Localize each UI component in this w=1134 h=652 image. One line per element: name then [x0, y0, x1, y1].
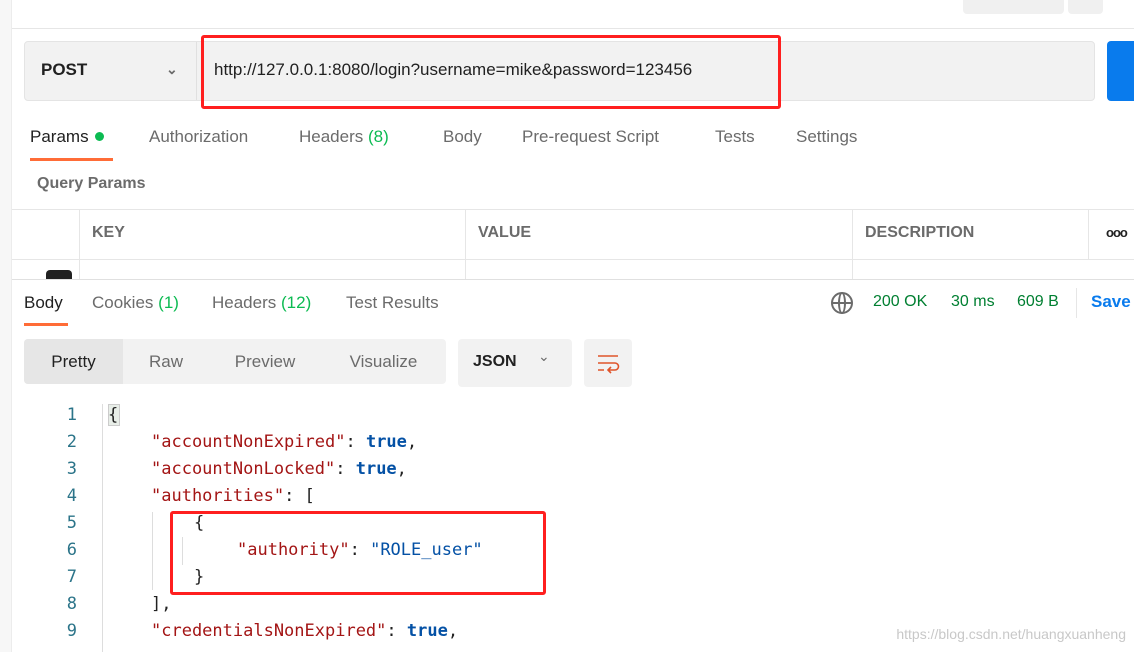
- response-tab-headers[interactable]: Headers (12): [212, 293, 311, 313]
- top-button[interactable]: [963, 0, 1064, 14]
- code-token: true: [355, 459, 397, 479]
- watermark: https://blog.csdn.net/huangxuanheng: [896, 626, 1126, 642]
- tab-label: Test Results: [346, 293, 439, 312]
- method-select[interactable]: POST ⌄: [41, 60, 178, 80]
- code-token: :: [386, 621, 407, 641]
- view-raw[interactable]: Raw: [123, 339, 209, 384]
- tab-headers[interactable]: Headers (8): [299, 127, 389, 147]
- view-preview[interactable]: Preview: [209, 339, 321, 384]
- tab-count: (12): [281, 293, 312, 312]
- tab-count: (1): [158, 293, 179, 312]
- tab-params[interactable]: Params: [30, 127, 104, 147]
- code-token: ],: [151, 594, 172, 614]
- annotation-box-authorities: [170, 511, 546, 595]
- code-token: : [: [284, 486, 315, 506]
- indent-guide: [152, 512, 153, 590]
- tab-pre-request-script[interactable]: Pre-request Script: [522, 127, 659, 147]
- code-token: ,: [447, 621, 459, 641]
- tab-label: Headers: [212, 293, 277, 312]
- format-select[interactable]: JSON ⌄: [458, 339, 572, 387]
- tab-label: Authorization: [149, 127, 249, 146]
- wrap-icon: [598, 355, 620, 374]
- divider: [79, 209, 80, 279]
- tab-label: Headers: [299, 127, 364, 146]
- tab-authorization[interactable]: Authorization: [149, 127, 248, 147]
- active-tab-underline: [24, 323, 68, 326]
- column-header-value: VALUE: [478, 224, 532, 241]
- tab-tests[interactable]: Tests: [715, 127, 755, 147]
- code-line: "credentialsNonExpired": true,: [151, 621, 458, 641]
- divider: [196, 42, 197, 100]
- response-time[interactable]: 30 ms: [951, 293, 995, 311]
- line-number: 7: [66, 567, 77, 587]
- top-button-dropdown[interactable]: [1068, 0, 1103, 14]
- status-code[interactable]: 200 OK: [873, 293, 927, 311]
- column-header-description: DESCRIPTION: [865, 224, 975, 241]
- format-label: JSON: [473, 353, 517, 370]
- code-line: {: [108, 405, 118, 425]
- code-token: true: [365, 432, 407, 452]
- tab-label: Pre-request Script: [522, 127, 659, 146]
- code-token: "accountNonLocked": [151, 459, 336, 479]
- divider: [1076, 288, 1077, 318]
- tab-label: Params: [30, 127, 89, 146]
- code-token: "accountNonExpired": [151, 432, 346, 452]
- column-header-key: KEY: [92, 224, 125, 241]
- chevron-down-icon: ⌄: [538, 348, 550, 364]
- divider: [12, 209, 1134, 210]
- divider: [12, 259, 1134, 260]
- divider: [465, 209, 466, 279]
- line-number: 9: [66, 621, 77, 641]
- line-number: 6: [66, 540, 77, 560]
- code-line: "authorities": [: [151, 486, 315, 506]
- tab-settings[interactable]: Settings: [796, 127, 857, 147]
- response-tab-cookies[interactable]: Cookies (1): [92, 293, 179, 313]
- tab-label: Body: [443, 127, 482, 146]
- globe-icon[interactable]: [831, 292, 853, 314]
- response-tab-test-results[interactable]: Test Results: [346, 293, 439, 313]
- code-line: ],: [151, 594, 171, 614]
- code-token: ,: [396, 459, 407, 479]
- line-number: 2: [66, 432, 77, 452]
- left-edge: [0, 0, 12, 652]
- send-button[interactable]: [1107, 41, 1134, 101]
- code-line: "accountNonExpired": true,: [151, 432, 417, 452]
- view-pretty[interactable]: Pretty: [24, 339, 123, 384]
- active-tab-underline: [30, 158, 113, 161]
- code-token: "credentialsNonExpired": [151, 621, 387, 641]
- code-token: true: [406, 621, 448, 641]
- tab-label: Cookies: [92, 293, 154, 312]
- view-visualize[interactable]: Visualize: [321, 339, 446, 384]
- tab-label: Tests: [715, 127, 755, 146]
- divider: [1088, 209, 1089, 259]
- line-number: 8: [66, 594, 77, 614]
- tab-body[interactable]: Body: [443, 127, 482, 147]
- tab-label: Settings: [796, 127, 858, 146]
- code-token: {: [108, 405, 119, 425]
- code-token: "authorities": [151, 486, 285, 506]
- code-token: :: [345, 432, 366, 452]
- save-response-button[interactable]: Save: [1091, 292, 1131, 312]
- query-params-title: Query Params: [37, 175, 146, 192]
- code-line: "accountNonLocked": true,: [151, 459, 407, 479]
- response-tab-body[interactable]: Body: [24, 293, 63, 313]
- line-number: 5: [66, 513, 77, 533]
- wrap-lines-button[interactable]: [584, 339, 632, 387]
- line-number: 3: [66, 459, 77, 479]
- code-token: :: [335, 459, 356, 479]
- divider: [852, 209, 853, 279]
- annotation-box-url: [201, 35, 781, 109]
- chevron-down-icon: ⌄: [166, 61, 178, 77]
- active-dot-icon: [94, 132, 104, 141]
- more-options-button[interactable]: ooo: [1106, 225, 1128, 240]
- line-number: 1: [66, 405, 77, 425]
- indent-guide: [102, 404, 103, 652]
- response-size[interactable]: 609 B: [1017, 293, 1059, 311]
- tab-label: Body: [24, 293, 63, 312]
- code-token: ,: [406, 432, 418, 452]
- tab-count: (8): [368, 127, 389, 146]
- method-label: POST: [41, 60, 88, 79]
- line-number: 4: [66, 486, 77, 506]
